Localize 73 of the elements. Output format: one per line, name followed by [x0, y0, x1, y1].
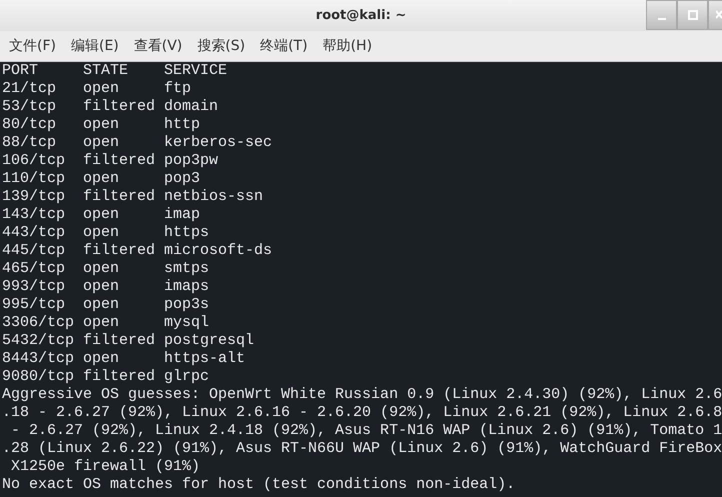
table-cell-text: filtered — [83, 152, 156, 170]
maximize-icon — [688, 10, 698, 20]
table-cell-text: 106/tcp — [2, 152, 66, 170]
table-cell: https-alt — [164, 350, 246, 368]
column-header: PORT — [2, 62, 40, 80]
table-cell-text: open — [83, 206, 120, 224]
menu-item[interactable]: 文件(F) — [9, 36, 56, 56]
table-cell-text: open — [83, 260, 120, 278]
table-cell-text: open — [83, 314, 120, 332]
minimize-icon — [658, 18, 666, 20]
table-cell: imaps — [164, 278, 210, 296]
table-cell: glrpc — [164, 368, 210, 386]
table-cell-text: open — [83, 134, 120, 152]
table-cell-text: 445/tcp — [2, 242, 66, 260]
table-cell: smtps — [164, 260, 210, 278]
menu-item[interactable]: 搜索(S) — [197, 36, 246, 56]
table-cell-text: filtered — [83, 98, 156, 116]
table-cell-text: 8443/tcp — [2, 350, 76, 368]
menu-item[interactable]: 终端(T) — [260, 36, 308, 56]
table-cell-text: open — [83, 296, 120, 314]
menu-item[interactable]: 编辑(E) — [70, 36, 119, 56]
minimize-button[interactable] — [646, 0, 677, 30]
table-cell-text: open — [83, 116, 120, 134]
table-cell: netbios-ssn — [164, 188, 264, 206]
table-cell-text: filtered — [83, 242, 156, 260]
output-line: Aggressive OS guesses: OpenWrt White Russian 0.9 (Linux 2.4.30) (92%), Linux 2.6 — [2, 386, 722, 404]
table-cell-text: open — [83, 224, 120, 242]
table-cell-text: 993/tcp — [2, 278, 66, 296]
output-line: .28 (Linux 2.6.22) (91%), Asus RT-N66U WAP (Linux 2.6) (91%), WatchGuard FireBox — [2, 440, 722, 458]
table-cell: pop3pw — [164, 152, 218, 170]
output-line: - 2.6.27 (92%), Linux 2.4.18 (92%), Asus RT-N16 WAP (Linux 2.6) (91%), Tomato 1 — [10, 422, 722, 440]
close-icon — [716, 10, 722, 20]
table-cell-text: 21/tcp — [2, 80, 58, 98]
table-cell-text: filtered — [83, 368, 156, 386]
table-cell-text: 110/tcp — [2, 170, 66, 188]
table-cell: mysql — [164, 314, 210, 332]
table-cell-text: 3306/tcp — [2, 314, 76, 332]
table-cell-text: 143/tcp — [2, 206, 66, 224]
output-line: No exact OS matches for host (test conditions non-ideal). — [2, 476, 516, 494]
close-button[interactable] — [708, 0, 722, 30]
maximize-button[interactable] — [677, 0, 708, 30]
table-cell-text: 139/tcp — [2, 188, 66, 206]
column-header: STATE — [83, 62, 130, 80]
table-cell-text: 80/tcp — [2, 116, 58, 134]
menu-item[interactable]: 查看(V) — [134, 36, 182, 56]
window-title: root@kali: ~ — [316, 6, 406, 25]
column-header: SERVICE — [164, 62, 228, 80]
table-cell-text: 465/tcp — [2, 260, 66, 278]
output-line: .18 - 2.6.27 (92%), Linux 2.6.16 - 2.6.20 (92%), Linux 2.6.21 (92%), Linux 2.6.8 — [2, 404, 722, 422]
table-cell-text: 88/tcp — [2, 134, 58, 152]
table-cell: pop3s — [164, 296, 210, 314]
table-cell-text: 5432/tcp — [2, 332, 76, 350]
table-cell: kerberos-sec — [164, 134, 272, 152]
table-cell: postgresql — [164, 332, 254, 350]
menu-item[interactable]: 帮助(H) — [322, 36, 372, 56]
table-cell: ftp — [164, 80, 192, 98]
table-cell: microsoft-ds — [164, 242, 272, 260]
table-cell-text: 443/tcp — [2, 224, 66, 242]
table-cell-text: filtered — [83, 332, 156, 350]
table-cell-text: open — [83, 80, 120, 98]
table-cell: imap — [164, 206, 200, 224]
table-cell-text: filtered — [83, 188, 156, 206]
output-line: X1250e firewall (91%) — [10, 458, 200, 476]
table-cell-text: open — [83, 278, 120, 296]
table-cell: domain — [164, 98, 218, 116]
table-cell-text: 53/tcp — [2, 98, 58, 116]
table-cell-text: 995/tcp — [2, 296, 66, 314]
table-cell-text: 9080/tcp — [2, 368, 76, 386]
table-cell: pop3 — [164, 170, 200, 188]
table-cell-text: open — [83, 350, 120, 368]
table-cell: http — [164, 116, 200, 134]
table-cell: https — [164, 224, 210, 242]
table-cell-text: open — [83, 170, 120, 188]
